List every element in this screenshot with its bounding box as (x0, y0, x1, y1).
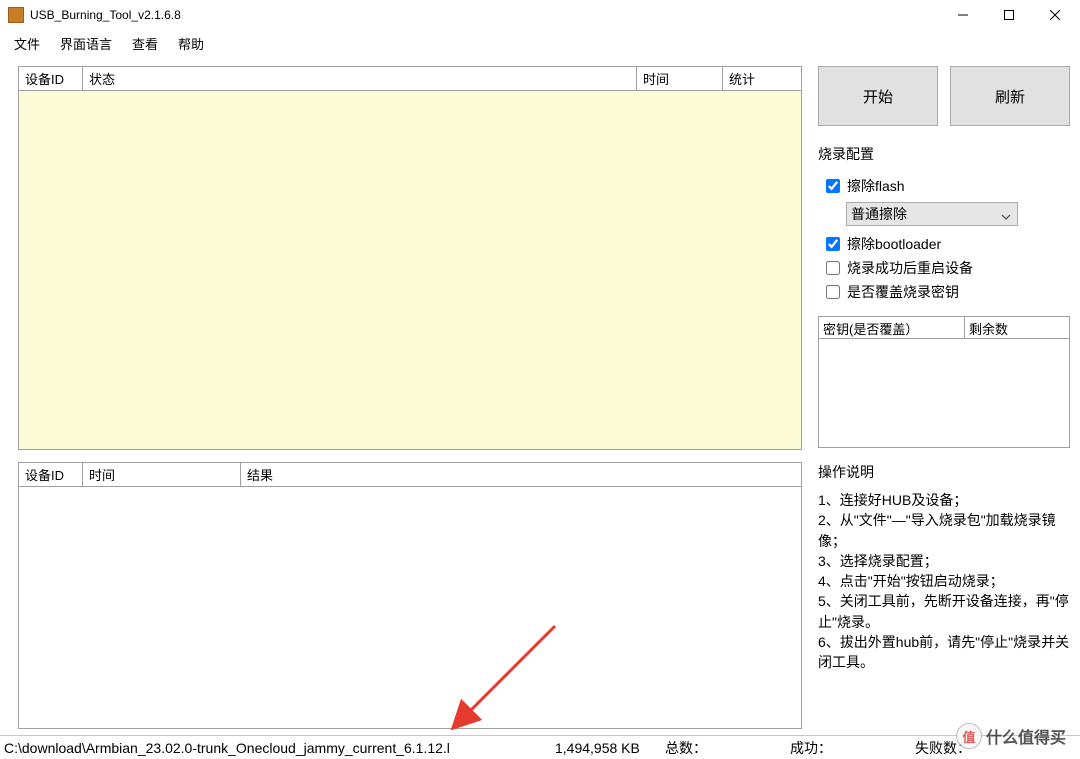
erase-mode-dropdown[interactable]: 普通擦除 (846, 202, 1018, 226)
results-table-body (19, 487, 801, 728)
maximize-button[interactable] (986, 0, 1032, 30)
watermark-text: 什么值得买 (986, 724, 1066, 748)
results-table-header: 设备ID 时间 结果 (19, 463, 801, 487)
instruction-line: 5、关闭工具前，先断开设备连接，再"停止"烧录。 (818, 591, 1070, 632)
key-table: 密钥(是否覆盖） 剩余数 (818, 316, 1070, 448)
devices-table: 设备ID 状态 时间 统计 (18, 66, 802, 450)
key-col-key[interactable]: 密钥(是否覆盖） (819, 317, 965, 338)
instruction-line: 3、选择烧录配置； (818, 551, 1070, 571)
erase-flash-checkbox[interactable]: 擦除flash (822, 176, 1070, 196)
status-image-size: 1,494,958 KB (555, 740, 665, 756)
status-success: 成功： (790, 738, 915, 758)
col-result-device-id[interactable]: 设备ID (19, 463, 83, 486)
left-column: 设备ID 状态 时间 统计 设备ID 时间 结果 (18, 66, 802, 729)
start-button[interactable]: 开始 (818, 66, 938, 126)
status-bar: C:\download\Armbian_23.02.0-trunk_Oneclo… (0, 735, 1080, 759)
close-button[interactable] (1032, 0, 1078, 30)
results-table: 设备ID 时间 结果 (18, 462, 802, 729)
erase-mode-value: 普通擦除 (851, 204, 907, 224)
status-image-path: C:\download\Armbian_23.02.0-trunk_Oneclo… (0, 740, 555, 756)
refresh-button[interactable]: 刷新 (950, 66, 1070, 126)
col-device-id[interactable]: 设备ID (19, 67, 83, 90)
col-stat[interactable]: 统计 (723, 67, 801, 90)
config-panel: 擦除flash 普通擦除 擦除bootloader 烧录成功后重启设备 是否覆盖… (818, 174, 1070, 308)
overwrite-key-checkbox[interactable]: 是否覆盖烧录密钥 (822, 282, 1070, 302)
devices-table-header: 设备ID 状态 时间 统计 (19, 67, 801, 91)
minimize-button[interactable] (940, 0, 986, 30)
devices-table-body (19, 91, 801, 449)
right-column: 开始 刷新 烧录配置 擦除flash 普通擦除 擦除bootloader 烧录成… (818, 66, 1070, 729)
instruction-line: 1、连接好HUB及设备； (818, 490, 1070, 510)
watermark-badge: 值 (956, 723, 982, 749)
menu-file[interactable]: 文件 (4, 32, 50, 55)
reboot-after-checkbox[interactable]: 烧录成功后重启设备 (822, 258, 1070, 278)
key-col-remain[interactable]: 剩余数 (965, 317, 1069, 338)
instructions-title: 操作说明 (818, 462, 1070, 482)
app-icon (8, 7, 24, 23)
menu-view[interactable]: 查看 (122, 32, 168, 55)
instruction-line: 4、点击"开始"按钮启动烧录； (818, 571, 1070, 591)
config-title: 烧录配置 (818, 144, 1070, 164)
instructions-body: 1、连接好HUB及设备； 2、从"文件"—"导入烧录包"加载烧录镜像； 3、选择… (818, 490, 1070, 729)
instruction-line: 2、从"文件"—"导入烧录包"加载烧录镜像； (818, 510, 1070, 551)
menu-bar: 文件 界面语言 查看 帮助 (0, 30, 1080, 56)
title-bar: USB_Burning_Tool_v2.1.6.8 (0, 0, 1080, 30)
col-time[interactable]: 时间 (637, 67, 723, 90)
instruction-line: 6、拔出外置hub前，请先"停止"烧录并关闭工具。 (818, 632, 1070, 673)
menu-language[interactable]: 界面语言 (50, 32, 122, 55)
col-state[interactable]: 状态 (83, 67, 637, 90)
status-total: 总数： (665, 738, 790, 758)
window-title: USB_Burning_Tool_v2.1.6.8 (30, 8, 940, 22)
watermark: 值 什么值得买 (956, 723, 1066, 749)
erase-bootloader-checkbox[interactable]: 擦除bootloader (822, 234, 1070, 254)
menu-help[interactable]: 帮助 (168, 32, 214, 55)
chevron-down-icon (1001, 209, 1011, 225)
col-result-time[interactable]: 时间 (83, 463, 241, 486)
col-result[interactable]: 结果 (241, 463, 801, 486)
